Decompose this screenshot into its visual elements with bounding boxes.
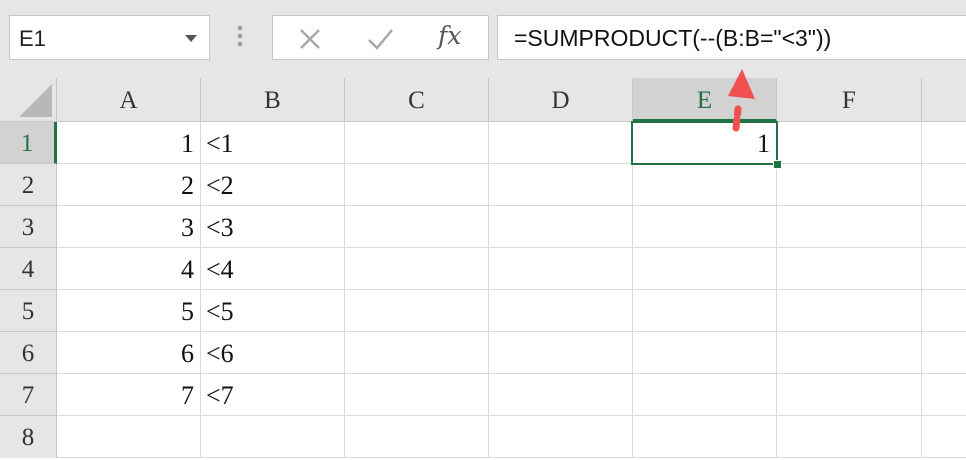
- row-header-5[interactable]: 5: [0, 290, 57, 332]
- cell-c1[interactable]: [345, 122, 489, 164]
- cell-c8[interactable]: [345, 416, 489, 458]
- fill-handle[interactable]: [773, 160, 782, 169]
- cell-e3[interactable]: [633, 206, 777, 248]
- annotation-arrow-icon: [728, 69, 755, 132]
- column-header-b[interactable]: B: [201, 78, 345, 122]
- formula-bar: E1 fx =SUMPRODUCT(--(B:B="<3")): [0, 0, 966, 78]
- cell-e7[interactable]: [633, 374, 777, 416]
- row-header-8[interactable]: 8: [0, 416, 57, 458]
- row-header-6[interactable]: 6: [0, 332, 57, 374]
- spreadsheet-grid: A B C D E F 1 2 3 4 5 6 7 8 1 <1 1 2 <2 3 <3 4 <…: [0, 78, 966, 458]
- cell-g2[interactable]: [922, 164, 966, 206]
- cell-c3[interactable]: [345, 206, 489, 248]
- cell-g7[interactable]: [922, 374, 966, 416]
- cell-b8[interactable]: [201, 416, 345, 458]
- cell-a5[interactable]: 5: [57, 290, 201, 332]
- cell-c2[interactable]: [345, 164, 489, 206]
- cell-f8[interactable]: [777, 416, 922, 458]
- cell-c7[interactable]: [345, 374, 489, 416]
- cell-d1[interactable]: [489, 122, 633, 164]
- cell-d7[interactable]: [489, 374, 633, 416]
- cell-a3[interactable]: 3: [57, 206, 201, 248]
- select-all-button[interactable]: [0, 78, 57, 122]
- cell-e4[interactable]: [633, 248, 777, 290]
- cell-g1[interactable]: [922, 122, 966, 164]
- cell-b4[interactable]: <4: [201, 248, 345, 290]
- column-header-f[interactable]: F: [777, 78, 922, 122]
- cell-a6[interactable]: 6: [57, 332, 201, 374]
- cell-c6[interactable]: [345, 332, 489, 374]
- cell-g3[interactable]: [922, 206, 966, 248]
- row-header-7[interactable]: 7: [0, 374, 57, 416]
- formula-text: =SUMPRODUCT(--(B:B="<3")): [514, 25, 832, 51]
- cell-a1[interactable]: 1: [57, 122, 201, 164]
- name-box-value: E1: [19, 26, 46, 51]
- cell-d2[interactable]: [489, 164, 633, 206]
- cell-f3[interactable]: [777, 206, 922, 248]
- cell-f7[interactable]: [777, 374, 922, 416]
- cell-f2[interactable]: [777, 164, 922, 206]
- row-header-3[interactable]: 3: [0, 206, 57, 248]
- cell-e6[interactable]: [633, 332, 777, 374]
- cell-e5[interactable]: [633, 290, 777, 332]
- column-header-a[interactable]: A: [57, 78, 201, 122]
- cell-b2[interactable]: <2: [201, 164, 345, 206]
- cell-d3[interactable]: [489, 206, 633, 248]
- cell-b6[interactable]: <6: [201, 332, 345, 374]
- row-header-2[interactable]: 2: [0, 164, 57, 206]
- cell-a4[interactable]: 4: [57, 248, 201, 290]
- cell-a7[interactable]: 7: [57, 374, 201, 416]
- cell-a2[interactable]: 2: [57, 164, 201, 206]
- cell-d4[interactable]: [489, 248, 633, 290]
- cell-d5[interactable]: [489, 290, 633, 332]
- cell-f5[interactable]: [777, 290, 922, 332]
- cell-d6[interactable]: [489, 332, 633, 374]
- column-header-d[interactable]: D: [489, 78, 633, 122]
- cell-g5[interactable]: [922, 290, 966, 332]
- cell-f1[interactable]: [777, 122, 922, 164]
- cell-c4[interactable]: [345, 248, 489, 290]
- formula-input[interactable]: =SUMPRODUCT(--(B:B="<3")): [497, 15, 966, 60]
- checkmark-icon[interactable]: [365, 24, 395, 54]
- insert-function-button[interactable]: fx: [438, 21, 461, 50]
- column-header-c[interactable]: C: [345, 78, 489, 122]
- column-header-g[interactable]: [922, 78, 966, 122]
- chevron-down-icon[interactable]: [185, 35, 197, 42]
- cell-g4[interactable]: [922, 248, 966, 290]
- row-header-1[interactable]: 1: [0, 122, 57, 164]
- cell-g8[interactable]: [922, 416, 966, 458]
- cell-a8[interactable]: [57, 416, 201, 458]
- cell-d8[interactable]: [489, 416, 633, 458]
- name-box[interactable]: E1: [9, 15, 210, 60]
- drag-handle-icon[interactable]: [237, 26, 243, 50]
- cell-e8[interactable]: [633, 416, 777, 458]
- cell-c5[interactable]: [345, 290, 489, 332]
- row-header-4[interactable]: 4: [0, 248, 57, 290]
- cell-g6[interactable]: [922, 332, 966, 374]
- cell-b7[interactable]: <7: [201, 374, 345, 416]
- cell-f6[interactable]: [777, 332, 922, 374]
- cell-b1[interactable]: <1: [201, 122, 345, 164]
- cancel-x-icon[interactable]: [295, 24, 325, 54]
- cell-e2[interactable]: [633, 164, 777, 206]
- formula-buttons: fx: [272, 15, 489, 60]
- cell-f4[interactable]: [777, 248, 922, 290]
- cell-b3[interactable]: <3: [201, 206, 345, 248]
- cell-b5[interactable]: <5: [201, 290, 345, 332]
